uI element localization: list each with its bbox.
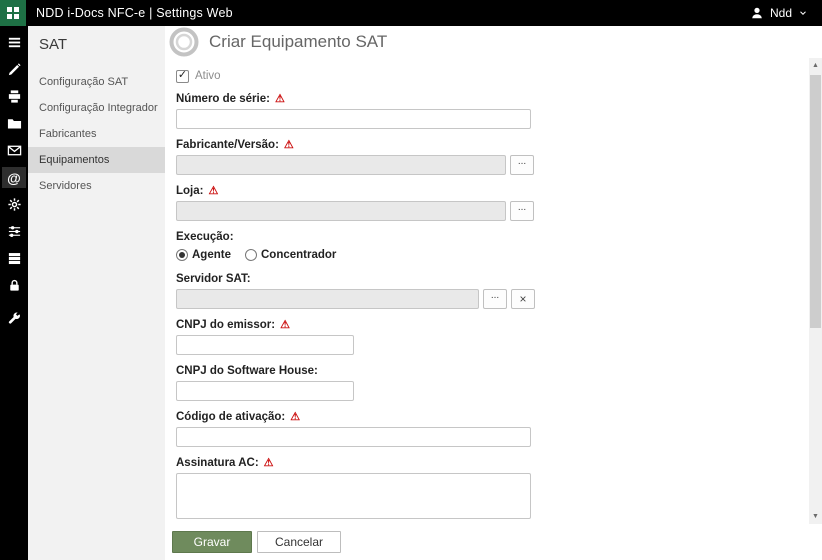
agente-label: Agente xyxy=(192,249,231,261)
cnpj-emissor-field: CNPJ do emissor: ⚠ xyxy=(176,318,809,355)
save-button[interactable]: Gravar xyxy=(172,531,252,553)
wrench-icon xyxy=(8,312,20,324)
lock-icon xyxy=(9,279,19,291)
sidebar-button-settings[interactable] xyxy=(2,194,26,215)
execucao-field: Execução: Agente Concentrador xyxy=(176,230,809,263)
cnpj-software-house-field: CNPJ do Software House: xyxy=(176,364,809,401)
check-icon: ✓ xyxy=(177,69,188,81)
icon-sidebar: @ xyxy=(0,26,28,560)
menu-icon xyxy=(8,37,20,48)
required-warning-icon: ⚠ xyxy=(290,410,301,423)
servidor-sat-label: Servidor SAT: xyxy=(176,273,251,285)
ativo-checkbox[interactable]: ✓ xyxy=(176,69,189,83)
codigo-ativacao-label: Código de ativação: xyxy=(176,411,286,423)
assinatura-ac-label: Assinatura AC: xyxy=(176,457,259,469)
page-rings-icon xyxy=(168,26,200,58)
scrollbar-track[interactable] xyxy=(809,73,822,509)
assinatura-ac-field: Assinatura AC: ⚠ xyxy=(176,456,809,524)
cnpj-software-house-label: CNPJ do Software House: xyxy=(176,365,318,377)
numero-serie-field: Número de série: ⚠ xyxy=(176,92,809,129)
app-window: NDD i-Docs NFC-e | Settings Web Ndd @ SA… xyxy=(0,0,822,560)
tools-icon xyxy=(8,63,21,76)
required-warning-icon: ⚠ xyxy=(263,456,274,469)
sliders-icon xyxy=(8,226,20,237)
assinatura-ac-textarea[interactable] xyxy=(176,473,531,519)
scrollbar-up-arrow[interactable]: ▲ xyxy=(809,58,822,73)
nav-item-configuracao-integrador[interactable]: Configuração Integrador xyxy=(28,95,165,121)
cnpj-emissor-input[interactable] xyxy=(176,335,354,355)
section-title: SAT xyxy=(39,36,68,53)
user-name: Ndd xyxy=(769,6,792,20)
required-warning-icon: ⚠ xyxy=(283,138,294,151)
scrollbar[interactable]: ▲ ▼ xyxy=(809,58,822,524)
codigo-ativacao-input[interactable] xyxy=(176,427,531,447)
nav-item-configuracao-sat[interactable]: Configuração SAT xyxy=(28,69,165,95)
servidor-sat-browse-button[interactable]: ... xyxy=(483,289,507,309)
form-footer: Gravar Cancelar xyxy=(165,524,822,560)
required-warning-icon: ⚠ xyxy=(208,184,219,197)
fabricante-versao-field: Fabricante/Versão: ⚠ ... xyxy=(176,138,809,175)
radio-unchecked-icon xyxy=(244,249,257,261)
servidor-sat-field: Servidor SAT: ... × xyxy=(176,272,809,309)
required-warning-icon: ⚠ xyxy=(280,318,290,331)
required-warning-icon: ⚠ xyxy=(274,92,285,105)
grid-icon xyxy=(7,7,19,19)
loja-browse-button[interactable]: ... xyxy=(510,201,534,221)
cnpj-emissor-label: CNPJ do emissor: xyxy=(176,319,276,331)
cancel-button[interactable]: Cancelar xyxy=(257,531,341,553)
app-title: NDD i-Docs NFC-e | Settings Web xyxy=(36,6,233,20)
loja-label: Loja: xyxy=(176,185,204,197)
printer-icon xyxy=(8,90,20,103)
execucao-option-concentrador[interactable]: Concentrador xyxy=(244,249,337,261)
nav-item-servidores[interactable]: Servidores xyxy=(28,173,165,199)
codigo-ativacao-field: Código de ativação: ⚠ xyxy=(176,410,809,447)
fabricante-versao-browse-button[interactable]: ... xyxy=(510,155,534,175)
user-icon xyxy=(752,7,762,19)
at-icon: @ xyxy=(7,169,21,186)
nav-item-equipamentos[interactable]: Equipamentos xyxy=(28,147,165,173)
chevron-down-icon xyxy=(800,11,806,15)
sidebar-button-maintenance[interactable] xyxy=(2,308,26,329)
ativo-field: ✓ Ativo xyxy=(176,68,809,84)
numero-serie-input[interactable] xyxy=(176,109,531,129)
scrollbar-thumb[interactable] xyxy=(810,75,821,328)
concentrador-label: Concentrador xyxy=(260,249,337,261)
sidebar-button-menu[interactable] xyxy=(2,32,26,53)
execucao-option-agente[interactable]: Agente xyxy=(176,249,231,261)
cnpj-software-house-input[interactable] xyxy=(176,381,354,401)
numero-serie-label: Número de série: xyxy=(176,93,270,105)
main-content: Criar Equipamento SAT ✓ Ativo Número de … xyxy=(165,26,822,560)
gear-icon xyxy=(7,198,21,211)
topbar: NDD i-Docs NFC-e | Settings Web Ndd xyxy=(0,0,822,26)
sidebar-button-security[interactable] xyxy=(2,275,26,296)
loja-field: Loja: ⚠ ... xyxy=(176,184,809,221)
servidor-sat-input xyxy=(176,289,479,309)
folder-icon xyxy=(7,119,21,129)
nav-item-fabricantes[interactable]: Fabricantes xyxy=(28,121,165,147)
scrollbar-down-arrow[interactable]: ▼ xyxy=(809,509,822,524)
sidebar-button-sliders[interactable] xyxy=(2,221,26,242)
page-title: Criar Equipamento SAT xyxy=(209,32,388,51)
sidebar-button-printer[interactable] xyxy=(2,86,26,107)
sidebar-button-mail[interactable] xyxy=(2,140,26,161)
fabricante-versao-label: Fabricante/Versão: xyxy=(176,139,279,151)
sidebar-button-tools[interactable] xyxy=(2,59,26,80)
page-header: Criar Equipamento SAT xyxy=(165,26,822,58)
fabricante-versao-input xyxy=(176,155,506,175)
sidebar-button-at[interactable]: @ xyxy=(2,167,26,188)
sidebar-button-folder[interactable] xyxy=(2,113,26,134)
execucao-label: Execução: xyxy=(176,231,234,243)
loja-input xyxy=(176,201,506,221)
app-launcher-button[interactable] xyxy=(0,0,26,26)
servidor-sat-clear-button[interactable]: × xyxy=(511,289,535,309)
form-area: ✓ Ativo Número de série: ⚠ Fabricante/Ve… xyxy=(165,58,809,524)
ativo-label: Ativo xyxy=(195,70,221,82)
user-menu-button[interactable]: Ndd xyxy=(750,6,822,20)
sidebar-button-servers[interactable] xyxy=(2,248,26,269)
mail-icon xyxy=(7,145,21,156)
radio-checked-icon xyxy=(176,249,188,261)
server-icon xyxy=(8,253,20,265)
section-nav-panel: SAT Configuração SAT Configuração Integr… xyxy=(28,26,165,560)
